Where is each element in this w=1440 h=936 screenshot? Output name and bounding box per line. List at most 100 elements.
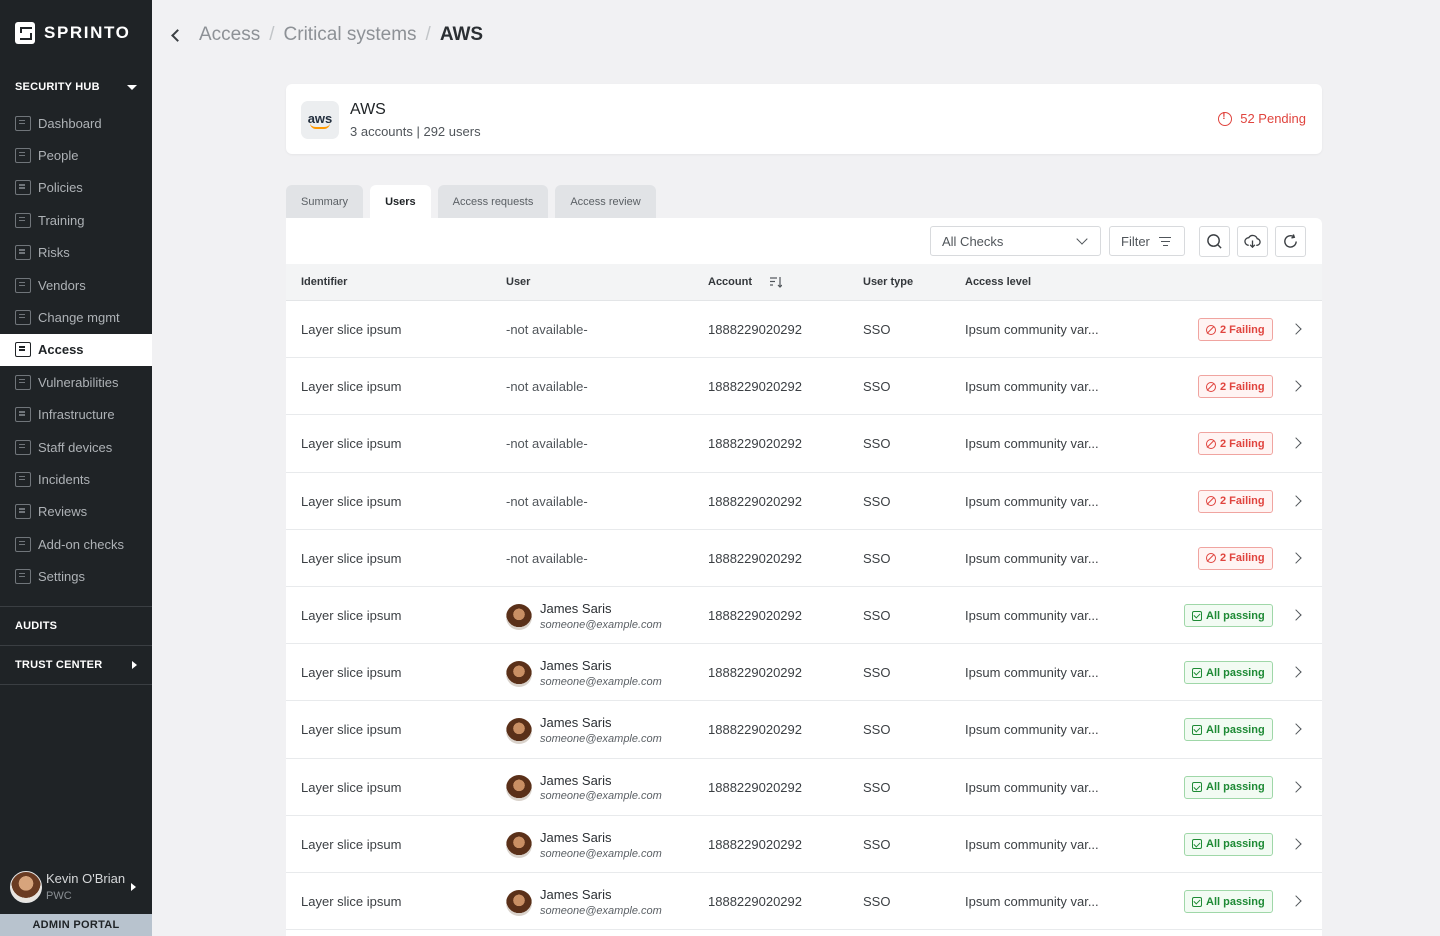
checks-select[interactable]: All Checks <box>930 226 1101 256</box>
status-badge[interactable]: 2 Failing <box>1198 318 1273 341</box>
user-name: James Saris <box>540 887 612 902</box>
sidebar-item-people[interactable]: People <box>0 139 152 171</box>
system-subtitle: 3 accounts | 292 users <box>350 124 481 139</box>
status-badge[interactable]: All passing <box>1184 832 1273 856</box>
pending-indicator[interactable]: 52 Pending <box>1218 111 1306 126</box>
system-title: AWS <box>350 101 386 118</box>
account-cell: 1888229020292 <box>708 665 802 681</box>
column-user[interactable]: User <box>506 276 530 288</box>
user-profile[interactable]: Kevin O'Brian PWC <box>10 870 152 904</box>
chevron-right-icon[interactable] <box>1290 494 1302 507</box>
column-identifier[interactable]: Identifier <box>301 276 347 288</box>
column-access-level[interactable]: Access level <box>965 276 1031 288</box>
chevron-right-icon[interactable] <box>1290 780 1302 793</box>
sidebar-item-settings[interactable]: Settings <box>0 560 152 592</box>
admin-portal-button[interactable]: ADMIN PORTAL <box>0 914 152 936</box>
sidebar-item-access[interactable]: Access <box>0 333 152 367</box>
trust-center-toggle[interactable]: TRUST CENTER <box>0 646 152 684</box>
status-label: 2 Failing <box>1220 323 1265 336</box>
sidebar-item-label: Vendors <box>38 277 86 293</box>
tab-access-requests[interactable]: Access requests <box>437 185 549 218</box>
chevron-right-icon[interactable] <box>1290 895 1302 907</box>
vulnerabilities-icon <box>15 374 31 390</box>
status-label: 2 Failing <box>1220 437 1265 450</box>
sidebar-item-vendors[interactable]: Vendors <box>0 269 152 301</box>
status-badge[interactable]: All passing <box>1184 604 1273 627</box>
breadcrumb-access[interactable]: Access <box>199 24 260 46</box>
chevron-right-icon[interactable] <box>1290 666 1302 678</box>
download-button[interactable] <box>1237 226 1268 257</box>
user-cell: -not available- <box>506 379 588 395</box>
column-account[interactable]: Account <box>708 276 752 288</box>
refresh-button[interactable] <box>1275 226 1306 257</box>
sidebar-item-incidents[interactable]: Incidents <box>0 463 152 495</box>
user-cell: James Saris someone@example.com <box>506 601 662 632</box>
sidebar-item-reviews[interactable]: Reviews <box>0 496 152 528</box>
sidebar-item-add-on-checks[interactable]: Add-on checks <box>0 528 152 560</box>
identifier-cell: Layer slice ipsum <box>301 836 402 852</box>
table-row[interactable]: Layer slice ipsum -not available- 188822… <box>286 415 1322 473</box>
user-email: someone@example.com <box>540 790 662 803</box>
table-row[interactable]: Layer slice ipsum -not available- 188822… <box>286 473 1322 530</box>
column-user-type[interactable]: User type <box>863 276 913 288</box>
table-row[interactable]: Layer slice ipsum James Saris someone@ex… <box>286 759 1322 816</box>
status-badge[interactable]: All passing <box>1184 718 1273 742</box>
status-badge[interactable]: All passing <box>1184 775 1273 799</box>
filter-button[interactable]: Filter <box>1109 226 1185 256</box>
sidebar-item-infrastructure[interactable]: Infrastructure <box>0 399 152 431</box>
access-level-cell: Ipsum community var... <box>965 665 1099 681</box>
status-badge[interactable]: 2 Failing <box>1198 375 1273 399</box>
avatar <box>506 775 532 802</box>
status-badge[interactable]: 2 Failing <box>1198 489 1273 513</box>
sidebar-item-vulnerabilities[interactable]: Vulnerabilities <box>0 366 152 398</box>
breadcrumb-critical-systems[interactable]: Critical systems <box>284 24 417 46</box>
back-chevron-icon[interactable] <box>171 28 184 42</box>
tab-access-review[interactable]: Access review <box>555 185 656 218</box>
tab-summary[interactable]: Summary <box>286 185 364 218</box>
sidebar-item-policies[interactable]: Policies <box>0 172 152 204</box>
table-row[interactable]: Layer slice ipsum James Saris someone@ex… <box>286 644 1322 702</box>
sort-icon[interactable] <box>770 276 782 288</box>
table-row[interactable]: Layer slice ipsum James Saris someone@ex… <box>286 873 1322 931</box>
sidebar-item-label: Policies <box>38 180 83 196</box>
sidebar-item-label: Access <box>38 342 84 358</box>
table-row[interactable]: Layer slice ipsum James Saris someone@ex… <box>286 701 1322 759</box>
table-row[interactable]: Layer slice ipsum James Saris someone@ex… <box>286 587 1322 645</box>
sidebar-item-training[interactable]: Training <box>0 204 152 236</box>
sidebar-item-dashboard[interactable]: Dashboard <box>0 107 152 139</box>
sprinto-logo[interactable]: SPRINTO <box>15 22 130 44</box>
table-row[interactable]: Layer slice ipsum -not available- 188822… <box>286 301 1322 359</box>
sidebar-item-label: Dashboard <box>38 115 102 131</box>
account-cell: 1888229020292 <box>708 436 802 452</box>
access-level-cell: Ipsum community var... <box>965 779 1099 795</box>
add-on-checks-icon <box>15 536 31 552</box>
status-badge[interactable]: 2 Failing <box>1198 546 1273 570</box>
sidebar-item-change-mgmt[interactable]: Change mgmt <box>0 301 152 333</box>
chevron-right-icon[interactable] <box>1290 437 1302 450</box>
chevron-right-icon[interactable] <box>1290 380 1302 392</box>
chevron-right-icon[interactable] <box>1290 552 1302 564</box>
table-row[interactable]: Layer slice ipsum -not available- 188822… <box>286 358 1322 416</box>
sidebar-item-risks[interactable]: Risks <box>0 237 152 269</box>
access-level-cell: Ipsum community var... <box>965 894 1099 909</box>
table-row[interactable]: Layer slice ipsum -not available- 188822… <box>286 530 1322 587</box>
status-badge[interactable]: All passing <box>1184 661 1273 685</box>
chevron-right-icon[interactable] <box>1290 609 1302 621</box>
status-badge[interactable]: All passing <box>1184 890 1273 913</box>
audits-label: AUDITS <box>15 620 58 632</box>
chevron-right-icon[interactable] <box>1290 323 1302 335</box>
status-badge[interactable]: 2 Failing <box>1198 432 1273 456</box>
pending-count: 52 Pending <box>1240 111 1306 126</box>
tab-users[interactable]: Users <box>370 185 431 218</box>
search-button[interactable] <box>1199 226 1230 257</box>
chevron-right-icon[interactable] <box>1290 838 1302 850</box>
profile-name: Kevin O'Brian <box>46 871 126 887</box>
table-row[interactable]: Layer slice ipsum James Saris someone@ex… <box>286 816 1322 873</box>
user-type-cell: SSO <box>863 665 891 681</box>
sidebar-item-staff-devices[interactable]: Staff devices <box>0 431 152 463</box>
chevron-right-icon[interactable] <box>1290 723 1302 736</box>
security-hub-toggle[interactable]: SECURITY HUB <box>0 68 152 106</box>
audits-section[interactable]: AUDITS <box>0 607 152 645</box>
account-cell: 1888229020292 <box>708 894 802 909</box>
user-cell: James Saris someone@example.com <box>506 830 662 861</box>
